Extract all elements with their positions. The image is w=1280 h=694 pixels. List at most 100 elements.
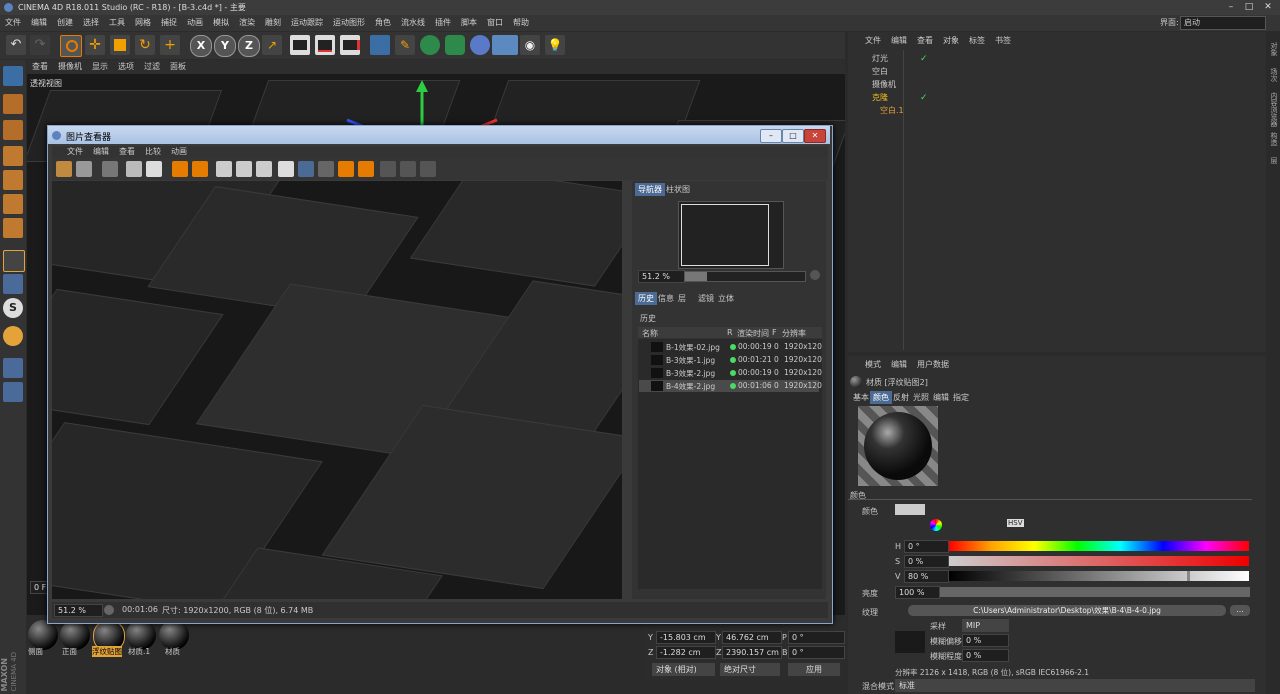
navigator-thumbnail[interactable]: [678, 201, 784, 269]
grid-icon[interactable]: [102, 161, 118, 177]
menu-select[interactable]: 选择: [78, 15, 104, 30]
viewport-menu-panel[interactable]: 面板: [165, 60, 191, 73]
navigator-zoom-slider[interactable]: [684, 271, 806, 282]
model-mode-icon[interactable]: [3, 66, 23, 86]
pv-menu-compare[interactable]: 比较: [140, 146, 166, 157]
maximize-button[interactable]: □: [1240, 1, 1258, 13]
view-1-icon[interactable]: [380, 161, 396, 177]
workplane-lock-icon[interactable]: [3, 382, 23, 402]
rot-b-field[interactable]: 0 °: [788, 646, 845, 659]
cloner-icon[interactable]: [445, 35, 465, 55]
menu-file[interactable]: 文件: [0, 15, 26, 30]
tab-objects[interactable]: 对象: [1267, 42, 1279, 56]
objmgr-menu-file[interactable]: 文件: [860, 34, 886, 47]
compare-b-icon[interactable]: [236, 161, 252, 177]
object-row-null-1[interactable]: 空白.1: [850, 105, 910, 118]
object-row-cloner[interactable]: 克隆: [850, 92, 910, 105]
menu-pipeline[interactable]: 流水线: [396, 15, 430, 30]
objmgr-menu-tags[interactable]: 标签: [964, 34, 990, 47]
pv-minimize-button[interactable]: –: [760, 129, 782, 143]
coord-y-field[interactable]: -15.803 cm: [656, 631, 716, 644]
object-row-camera[interactable]: 摄像机: [850, 79, 910, 92]
pv-menu-view[interactable]: 查看: [114, 146, 140, 157]
copy-icon[interactable]: [172, 161, 188, 177]
x-axis-button[interactable]: X: [190, 35, 212, 57]
color-swatch[interactable]: [895, 504, 925, 515]
status-zoom-field[interactable]: 51.2 %: [54, 604, 103, 617]
tab-navigator[interactable]: 导航器: [635, 183, 665, 196]
menu-animate[interactable]: 动画: [182, 15, 208, 30]
undo-button[interactable]: ↶: [6, 35, 26, 55]
apply-button[interactable]: 应用: [788, 663, 840, 676]
objmgr-menu-view[interactable]: 查看: [912, 34, 938, 47]
sampling-select[interactable]: MIP: [962, 619, 1009, 632]
object-row-light[interactable]: 灯光: [850, 53, 910, 66]
value-slider[interactable]: [949, 571, 1249, 581]
render-view-icon[interactable]: [290, 35, 310, 55]
render-icon[interactable]: [146, 161, 162, 177]
tab-layers[interactable]: 层: [675, 292, 689, 305]
saturation-slider[interactable]: [949, 556, 1249, 566]
object-row-null[interactable]: 空白: [850, 66, 910, 79]
blur-scale-field[interactable]: 0 %: [962, 649, 1009, 662]
texture-path-field[interactable]: C:\Users\Administrator\Desktop\效果\B-4\B-…: [908, 605, 1226, 616]
menu-help[interactable]: 帮助: [508, 15, 534, 30]
brightness-slider[interactable]: [940, 587, 1250, 597]
menu-motion-tracker[interactable]: 运动跟踪: [286, 15, 328, 30]
save-icon[interactable]: [76, 161, 92, 177]
cube-icon[interactable]: [370, 35, 390, 55]
deformer-icon[interactable]: [470, 35, 490, 55]
tab-info[interactable]: 信息: [655, 292, 677, 305]
magnet-icon[interactable]: [3, 326, 23, 346]
material-preview[interactable]: [858, 406, 938, 486]
paste-icon[interactable]: [192, 161, 208, 177]
tab-filter[interactable]: 滤镜: [695, 292, 717, 305]
axis-mode-icon[interactable]: [3, 218, 23, 238]
attr-tab-assign[interactable]: 指定: [950, 391, 972, 404]
tab-structure[interactable]: 构造: [1267, 132, 1279, 146]
scale-tool-icon[interactable]: [110, 35, 130, 55]
menu-simulate[interactable]: 模拟: [208, 15, 234, 30]
texture-browse-button[interactable]: ...: [1230, 605, 1250, 616]
pv-menu-file[interactable]: 文件: [62, 146, 88, 157]
tab-takes[interactable]: 场次: [1267, 68, 1279, 82]
viewport-menu-options[interactable]: 选项: [113, 60, 139, 73]
hsv-badge[interactable]: HSV: [1007, 519, 1024, 527]
layout-select[interactable]: 启动: [1180, 16, 1266, 30]
menu-window[interactable]: 窗口: [482, 15, 508, 30]
set-a-icon[interactable]: [338, 161, 354, 177]
attr-tab-reflectance[interactable]: 反射: [890, 391, 912, 404]
brightness-field[interactable]: 100 %: [895, 586, 940, 599]
swap-icon[interactable]: [256, 161, 272, 177]
attr-tab-basic[interactable]: 基本: [850, 391, 872, 404]
attr-tab-color[interactable]: 颜色: [870, 391, 892, 404]
split-icon[interactable]: [298, 161, 314, 177]
size-mode-select[interactable]: 绝对尺寸: [720, 663, 780, 676]
attr-tab-illumination[interactable]: 光照: [910, 391, 932, 404]
render-settings-icon[interactable]: [340, 35, 360, 55]
menu-render[interactable]: 渲染: [234, 15, 260, 30]
menu-snap[interactable]: 捕捉: [156, 15, 182, 30]
solo-icon[interactable]: S: [3, 298, 23, 318]
tab-layers[interactable]: 层: [1267, 157, 1279, 164]
navigator-zoom-field[interactable]: 51.2 %: [638, 270, 685, 283]
objmgr-menu-objects[interactable]: 对象: [938, 34, 964, 47]
rendered-image[interactable]: [52, 181, 622, 599]
tab-content-browser[interactable]: 内容浏览器: [1267, 92, 1279, 127]
stop-render-icon[interactable]: [126, 161, 142, 177]
value-slider-handle[interactable]: [1187, 571, 1190, 581]
texture-mode-icon[interactable]: [3, 94, 23, 114]
rotate-tool-icon[interactable]: ↻: [135, 35, 155, 55]
status-play-button[interactable]: [104, 605, 114, 615]
viewport-menu-filter[interactable]: 过滤: [139, 60, 165, 73]
history-row[interactable]: B-3效果-1.jpg 00:01:21 0 1920x120: [639, 354, 822, 366]
select-tool-icon[interactable]: [60, 35, 82, 57]
coord-mode-select[interactable]: 对象 (相对): [652, 663, 715, 676]
viewport-menu-display[interactable]: 显示: [87, 60, 113, 73]
difference-icon[interactable]: [318, 161, 334, 177]
history-row[interactable]: B-1效果-02.jpg 00:00:19 0 1920x120: [639, 341, 822, 353]
tab-histogram[interactable]: 柱状图: [663, 183, 693, 196]
z-axis-button[interactable]: Z: [238, 35, 260, 57]
move-tool-icon[interactable]: ✛: [85, 35, 105, 55]
compare-a-icon[interactable]: [216, 161, 232, 177]
